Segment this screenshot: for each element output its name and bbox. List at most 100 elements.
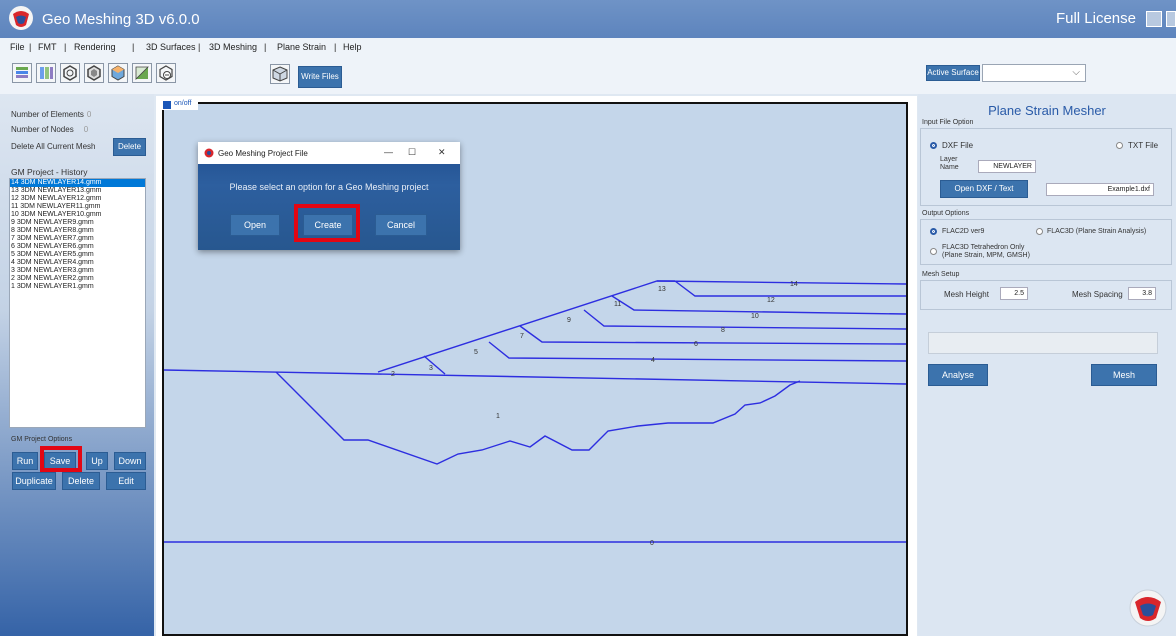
number-of-elements-label: Number of Elements xyxy=(11,110,84,119)
layer-name-label: Layer Name xyxy=(940,156,959,171)
open-dxf-text-button[interactable]: Open DXF / Text xyxy=(940,180,1028,198)
file-name-input[interactable]: Example1.dxf xyxy=(1046,183,1154,196)
list-item[interactable]: 6 3DM NEWLAYER6.gmm xyxy=(10,243,145,251)
menu-help[interactable]: Help xyxy=(343,42,362,52)
mesh-spacing-label: Mesh Spacing xyxy=(1072,290,1123,299)
list-item[interactable]: 10 3DM NEWLAYER10.gmm xyxy=(10,211,145,219)
dialog-title-bar: Geo Meshing Project File — ☐ ✕ xyxy=(198,142,460,164)
menu-separator: | xyxy=(132,42,135,52)
hexagon-minus-icon[interactable] xyxy=(156,63,176,83)
save-highlight-box xyxy=(40,446,82,472)
list-item[interactable]: 9 3DM NEWLAYER9.gmm xyxy=(10,219,145,227)
list-item[interactable]: 3 3DM NEWLAYER3.gmm xyxy=(10,267,145,275)
region-label-6: 6 xyxy=(694,341,698,348)
txt-radio[interactable] xyxy=(1116,142,1123,149)
write-files-button[interactable]: Write Files xyxy=(298,66,342,88)
close-icon[interactable]: ✕ xyxy=(438,147,446,158)
list-item[interactable]: 2 3DM NEWLAYER2.gmm xyxy=(10,275,145,283)
region-label-11: 11 xyxy=(614,301,621,308)
list-item[interactable]: 13 3DM NEWLAYER13.gmm xyxy=(10,187,145,195)
minimize-window-button[interactable] xyxy=(1146,11,1162,27)
on-off-checkbox[interactable] xyxy=(163,101,171,109)
brand-logo-icon xyxy=(1129,589,1167,627)
menu-3d-meshing[interactable]: 3D Meshing xyxy=(209,42,257,52)
up-button[interactable]: Up xyxy=(86,452,108,470)
close-window-button[interactable] xyxy=(1166,11,1176,27)
edit-button[interactable]: Edit xyxy=(106,472,146,490)
app-logo-icon xyxy=(204,148,214,158)
number-of-nodes-label: Number of Nodes xyxy=(11,125,74,134)
menu-file[interactable]: File xyxy=(10,42,25,52)
region-label-2: 2 xyxy=(391,371,395,378)
list-item[interactable]: 5 3DM NEWLAYER5.gmm xyxy=(10,251,145,259)
delete-mesh-button[interactable]: Delete xyxy=(113,138,146,156)
3d-box-icon[interactable] xyxy=(270,64,290,84)
chevron-down-icon: ⌵ xyxy=(1072,67,1080,78)
minimize-icon[interactable]: — xyxy=(384,147,393,157)
title-bar: Geo Meshing 3D v6.0.0 Full License xyxy=(0,0,1176,38)
mesh-spacing-input[interactable]: 3.8 xyxy=(1128,287,1156,300)
menu-separator: | xyxy=(64,42,67,52)
menu-separator: | xyxy=(29,42,32,52)
flac3d-ps-radio[interactable] xyxy=(1036,228,1043,235)
app-logo-icon xyxy=(9,6,33,30)
list-item[interactable]: 8 3DM NEWLAYER8.gmm xyxy=(10,227,145,235)
flac2d-radio[interactable] xyxy=(930,228,937,235)
create-highlight-box xyxy=(294,204,360,242)
region-label-7: 7 xyxy=(520,333,524,340)
duplicate-button[interactable]: Duplicate xyxy=(12,472,56,490)
menu-separator: | xyxy=(198,42,201,52)
region-label-12: 12 xyxy=(767,297,775,304)
hexagon-ring-icon[interactable] xyxy=(60,63,80,83)
colored-hexagon-icon[interactable] xyxy=(108,63,128,83)
triangle-mesh-icon[interactable] xyxy=(132,63,152,83)
run-button[interactable]: Run xyxy=(12,452,38,470)
down-button[interactable]: Down xyxy=(114,452,146,470)
menu-separator: | xyxy=(264,42,267,52)
active-surface-button[interactable]: Active Surface xyxy=(926,65,980,81)
menu-plane-strain[interactable]: Plane Strain xyxy=(277,42,326,52)
project-history-list[interactable]: 14 3DM NEWLAYER14.gmm 13 3DM NEWLAYER13.… xyxy=(9,178,146,428)
layer-line-14 xyxy=(656,280,907,285)
dialog-title: Geo Meshing Project File xyxy=(218,149,308,158)
menu-fmt[interactable]: FMT xyxy=(38,42,57,52)
status-bar xyxy=(928,332,1158,354)
excavation-boundary xyxy=(275,371,801,465)
mesh-setup-label: Mesh Setup xyxy=(922,271,960,278)
menu-bar: File | FMT | Rendering | 3D Surfaces | 3… xyxy=(0,38,1176,58)
mesh-height-input[interactable]: 2.5 xyxy=(1000,287,1028,300)
dxf-label: DXF File xyxy=(942,141,974,150)
maximize-icon[interactable]: ☐ xyxy=(408,147,416,158)
delete-project-button[interactable]: Delete xyxy=(62,472,100,490)
active-surface-select[interactable]: ⌵ xyxy=(982,64,1086,82)
cancel-button[interactable]: Cancel xyxy=(375,214,427,236)
mesh-button[interactable]: Mesh xyxy=(1091,364,1157,386)
list-item[interactable]: 1 3DM NEWLAYER1.gmm xyxy=(10,283,145,291)
list-item[interactable]: 11 3DM NEWLAYER11.gmm xyxy=(10,203,145,211)
open-button[interactable]: Open xyxy=(230,214,280,236)
flac3d-ps-label: FLAC3D (Plane Strain Analysis) xyxy=(1047,228,1147,235)
menu-3d-surfaces[interactable]: 3D Surfaces xyxy=(146,42,196,52)
number-of-nodes-value: 0 xyxy=(83,125,89,134)
layer-name-input[interactable]: NEWLAYER xyxy=(978,160,1036,173)
hexagon-solid-icon[interactable] xyxy=(84,63,104,83)
layer-surface-icon[interactable] xyxy=(12,63,32,83)
region-label-9: 9 xyxy=(567,317,571,324)
list-item[interactable]: 12 3DM NEWLAYER12.gmm xyxy=(10,195,145,203)
list-item[interactable]: 7 3DM NEWLAYER7.gmm xyxy=(10,235,145,243)
left-panel: Number of Elements 0 Number of Nodes 0 Del… xyxy=(0,94,154,636)
list-item[interactable]: 4 3DM NEWLAYER4.gmm xyxy=(10,259,145,267)
number-of-elements: Number of Elements 0 xyxy=(11,110,91,119)
output-group-label: Output Options xyxy=(922,210,970,217)
list-item[interactable]: 14 3DM NEWLAYER14.gmm xyxy=(10,179,145,187)
flac3d-tet-radio[interactable] xyxy=(930,248,937,255)
project-options-label: GM Project Options xyxy=(11,436,73,443)
history-label: GM Project - History xyxy=(11,167,88,177)
analyse-button[interactable]: Analyse xyxy=(928,364,988,386)
column-mesh-icon[interactable] xyxy=(36,63,56,83)
dxf-radio[interactable] xyxy=(930,142,937,149)
txt-label: TXT File xyxy=(1128,141,1159,150)
menu-rendering[interactable]: Rendering xyxy=(74,42,116,52)
layer-line-10 xyxy=(611,295,907,315)
on-off-label: on/off xyxy=(174,100,192,107)
